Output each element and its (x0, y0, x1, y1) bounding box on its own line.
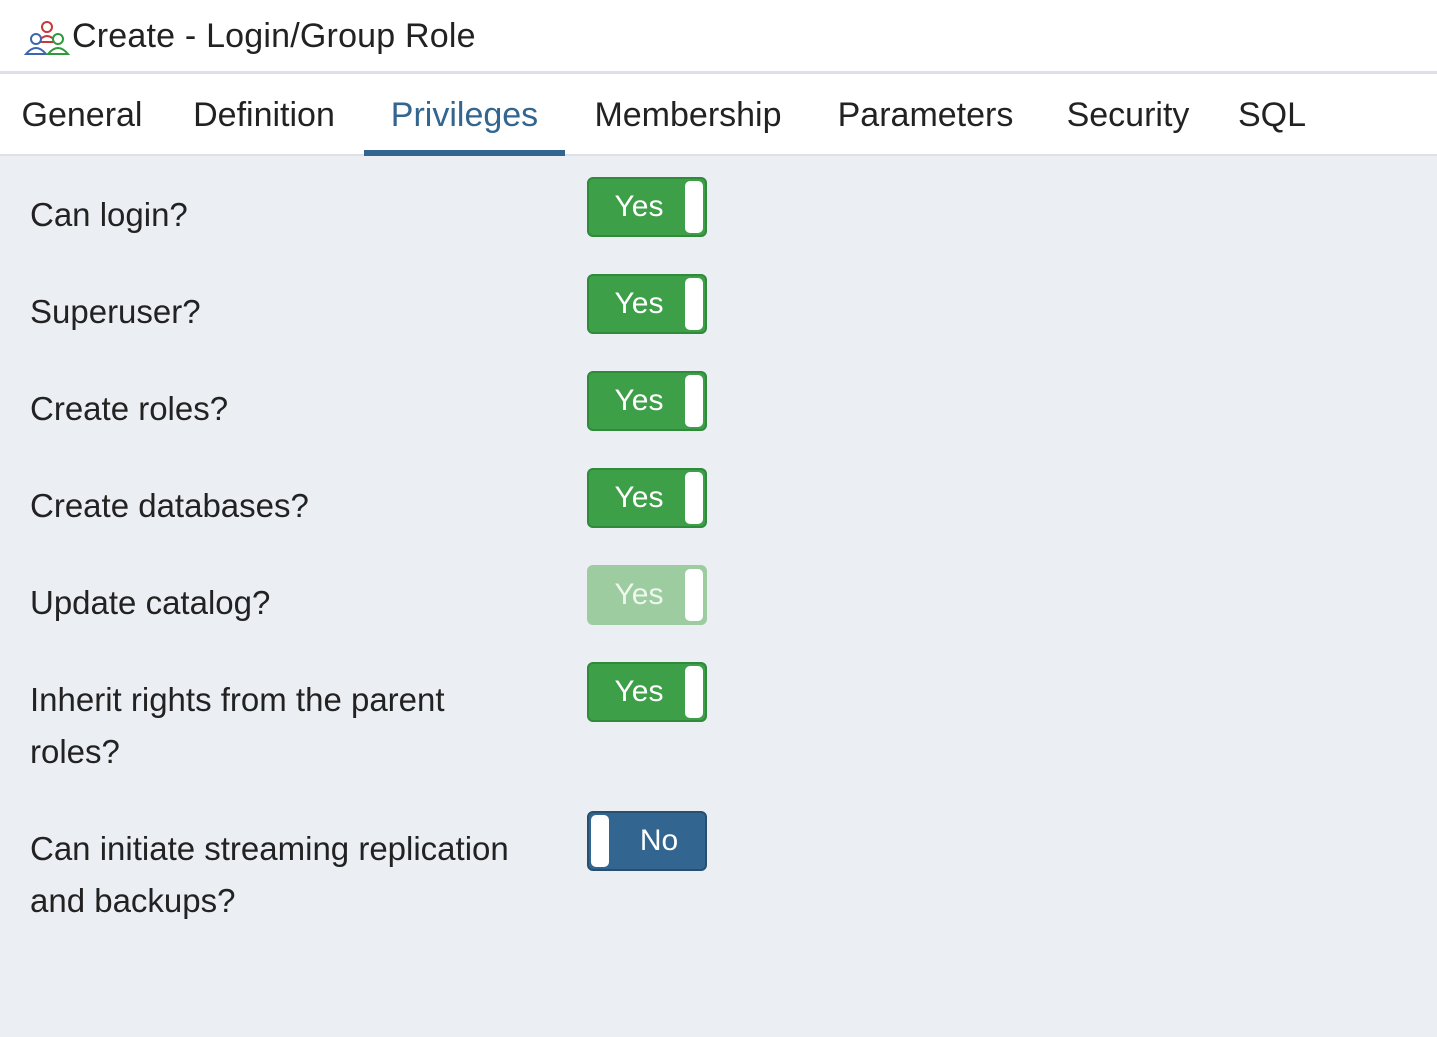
tab-security[interactable]: Security (1040, 74, 1216, 154)
replication-label: Can initiate streaming replication and b… (30, 830, 509, 919)
dialog-title: Create - Login/Group Role (72, 17, 476, 55)
toggle-knob (685, 375, 703, 427)
create-roles-label: Create roles? (30, 390, 229, 427)
inherit-rights-label: Inherit rights from the parent roles? (30, 681, 445, 770)
tab-privileges[interactable]: Privileges (364, 74, 565, 156)
superuser-toggle-value: Yes (614, 287, 664, 320)
create-roles-toggle-value: Yes (614, 384, 664, 417)
superuser-label: Superuser? (30, 293, 201, 330)
superuser-toggle[interactable]: Yes (587, 274, 707, 334)
toggle-knob (591, 815, 609, 867)
tab-definition[interactable]: Definition (164, 74, 364, 154)
login-group-role-icon (23, 20, 71, 56)
create-databases-toggle[interactable]: Yes (587, 468, 707, 528)
update-catalog-toggle: Yes (587, 565, 707, 625)
inherit-rights-toggle-value: Yes (614, 675, 664, 708)
dialog-title-bar: Create - Login/Group Role (0, 0, 1437, 74)
toggle-knob (685, 181, 703, 233)
tab-bar: General Definition Privileges Membership… (0, 74, 1437, 156)
tab-membership[interactable]: Membership (565, 74, 811, 154)
replication-toggle-value: No (639, 824, 679, 857)
can-login-label: Can login? (30, 196, 188, 233)
update-catalog-toggle-value: Yes (614, 578, 664, 611)
can-login-toggle[interactable]: Yes (587, 177, 707, 237)
tab-general[interactable]: General (0, 74, 164, 154)
tab-sql[interactable]: SQL (1216, 74, 1328, 154)
toggle-knob (685, 666, 703, 718)
toggle-knob (685, 569, 703, 621)
tab-parameters[interactable]: Parameters (811, 74, 1040, 154)
update-catalog-label: Update catalog? (30, 584, 271, 621)
create-databases-label: Create databases? (30, 487, 309, 524)
toggle-knob (685, 472, 703, 524)
create-databases-toggle-value: Yes (614, 481, 664, 514)
can-login-toggle-value: Yes (614, 190, 664, 223)
toggle-knob (685, 278, 703, 330)
replication-toggle[interactable]: No (587, 811, 707, 871)
create-roles-toggle[interactable]: Yes (587, 371, 707, 431)
inherit-rights-toggle[interactable]: Yes (587, 662, 707, 722)
